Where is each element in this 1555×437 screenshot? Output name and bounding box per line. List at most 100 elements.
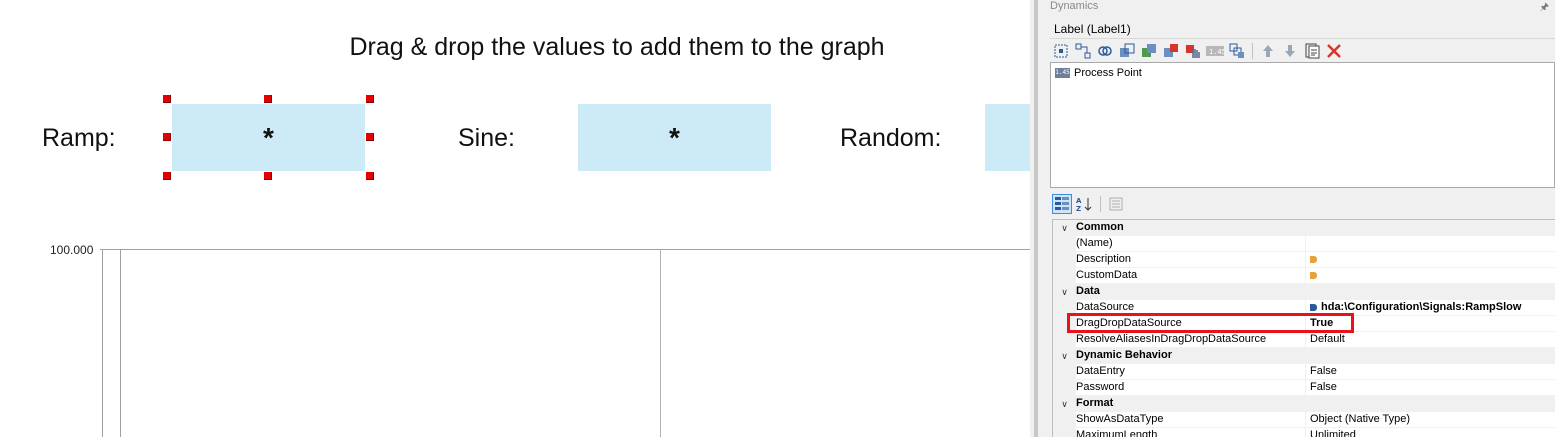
- dynamics-panel: Dynamics 🖈 Label (Label1) 1.45 1.45 Proc…: [1044, 0, 1555, 437]
- property-value[interactable]: Default: [1306, 332, 1555, 348]
- y-axis-tick-label: 100.000: [50, 243, 94, 257]
- category-common[interactable]: ∨ Common: [1053, 220, 1555, 236]
- panel-splitter[interactable]: [1030, 0, 1044, 437]
- property-value[interactable]: True: [1306, 316, 1555, 332]
- move-down-icon[interactable]: [1281, 42, 1299, 60]
- binding-marker-icon: [1310, 255, 1317, 263]
- remove-dynamic-icon[interactable]: [1162, 42, 1180, 60]
- y-axis-tick: [100, 249, 120, 250]
- list-item-label: Process Point: [1074, 67, 1142, 79]
- dynamics-list[interactable]: 1.45 Process Point: [1050, 62, 1555, 188]
- property-row-customdata[interactable]: CustomData: [1053, 268, 1555, 284]
- property-name: Description: [1076, 252, 1306, 268]
- chevron-down-icon[interactable]: ∨: [1053, 348, 1076, 364]
- connect-icon[interactable]: [1074, 42, 1092, 60]
- object-title: Label (Label1): [1054, 22, 1131, 36]
- property-value-text: hda:\Configuration\Signals:RampSlow: [1321, 301, 1522, 313]
- selection-handle-bottom[interactable]: [264, 172, 272, 180]
- category-format[interactable]: ∨ Format: [1053, 396, 1555, 412]
- property-value[interactable]: hda:\Configuration\Signals:RampSlow: [1306, 300, 1555, 316]
- list-item-process-point[interactable]: 1.45 Process Point: [1055, 67, 1142, 79]
- property-name: (Name): [1076, 236, 1306, 252]
- row-gutter: [1053, 412, 1076, 428]
- property-row-password[interactable]: Password False: [1053, 380, 1555, 396]
- alphabetical-icon[interactable]: AZ: [1075, 194, 1095, 214]
- binding-marker-icon: [1310, 271, 1317, 279]
- copy-dynamic-icon[interactable]: [1118, 42, 1136, 60]
- property-value[interactable]: [1306, 268, 1555, 284]
- property-name: ResolveAliasesInDragDropDataSource: [1076, 332, 1306, 348]
- property-toolbar-separator: [1100, 196, 1101, 212]
- delete-icon[interactable]: [1325, 42, 1343, 60]
- group-icon[interactable]: [1228, 42, 1246, 60]
- property-row-showasdatatype[interactable]: ShowAsDataType Object (Native Type): [1053, 412, 1555, 428]
- property-row-dataentry[interactable]: DataEntry False: [1053, 364, 1555, 380]
- svg-text:Z: Z: [1076, 205, 1081, 212]
- property-pages-icon[interactable]: [1106, 194, 1126, 214]
- sine-value-box[interactable]: *: [578, 104, 771, 171]
- process-point-icon: 1.45: [1055, 68, 1070, 78]
- paste-dynamic-icon[interactable]: [1140, 42, 1158, 60]
- property-name: Password: [1076, 380, 1306, 396]
- title-divider: [1050, 38, 1555, 39]
- chevron-down-icon[interactable]: ∨: [1053, 284, 1076, 300]
- property-name: MaximumLength: [1076, 428, 1306, 437]
- category-dynamic-behavior[interactable]: ∨ Dynamic Behavior: [1053, 348, 1555, 364]
- row-gutter: [1053, 364, 1076, 380]
- property-grid: ∨ Common (Name) Description CustomData ∨…: [1052, 219, 1555, 437]
- selection-handle-top-right[interactable]: [366, 95, 374, 103]
- property-row-name[interactable]: (Name): [1053, 236, 1555, 252]
- link-icon[interactable]: [1096, 42, 1114, 60]
- selection-handle-left[interactable]: [163, 133, 171, 141]
- category-label: Format: [1076, 396, 1306, 412]
- move-up-icon[interactable]: [1259, 42, 1277, 60]
- panel-header-title: Dynamics: [1050, 0, 1099, 12]
- chart-plot-area[interactable]: [120, 249, 1030, 437]
- property-value[interactable]: Object (Native Type): [1306, 412, 1555, 428]
- selection-handle-bottom-left[interactable]: [163, 172, 171, 180]
- select-all-icon[interactable]: [1052, 42, 1070, 60]
- chart-gridline: [660, 249, 661, 437]
- property-value[interactable]: [1306, 252, 1555, 268]
- selection-handle-right[interactable]: [366, 133, 374, 141]
- property-row-dragdropdatasource[interactable]: DragDropDataSource True: [1053, 316, 1555, 332]
- row-gutter: [1053, 268, 1076, 284]
- dynamics-toolbar: 1.45: [1052, 41, 1343, 61]
- chevron-down-icon[interactable]: ∨: [1053, 220, 1076, 236]
- random-value-box[interactable]: [985, 104, 1030, 171]
- selection-handle-top-left[interactable]: [163, 95, 171, 103]
- row-gutter: [1053, 252, 1076, 268]
- random-label: Random:: [840, 124, 942, 152]
- category-label: Data: [1076, 284, 1306, 300]
- ramp-value-box[interactable]: *: [172, 104, 365, 171]
- property-view-toolbar: AZ: [1052, 194, 1126, 214]
- property-value[interactable]: False: [1306, 380, 1555, 396]
- ramp-label: Ramp:: [42, 124, 116, 152]
- property-value[interactable]: [1306, 236, 1555, 252]
- toolbar-separator: [1252, 43, 1253, 59]
- sine-label: Sine:: [458, 124, 515, 152]
- canvas: Drag & drop the values to add them to th…: [0, 0, 1030, 437]
- properties-icon[interactable]: [1303, 42, 1321, 60]
- row-gutter: [1053, 380, 1076, 396]
- property-name: CustomData: [1076, 268, 1306, 284]
- property-row-maximumlength[interactable]: MaximumLength Unlimited: [1053, 428, 1555, 437]
- selection-handle-bottom-right[interactable]: [366, 172, 374, 180]
- text-box-icon[interactable]: 1.45: [1206, 42, 1224, 60]
- property-value[interactable]: Unlimited: [1306, 428, 1555, 437]
- hand-icon[interactable]: [1184, 42, 1202, 60]
- selection-handle-top[interactable]: [264, 95, 272, 103]
- property-row-datasource[interactable]: DataSource hda:\Configuration\Signals:Ra…: [1053, 300, 1555, 316]
- binding-marker-icon: [1310, 303, 1317, 311]
- category-label: Common: [1076, 220, 1306, 236]
- svg-text:A: A: [1076, 197, 1082, 205]
- property-row-resolvealiases[interactable]: ResolveAliasesInDragDropDataSource Defau…: [1053, 332, 1555, 348]
- property-value[interactable]: False: [1306, 364, 1555, 380]
- row-gutter: [1053, 300, 1076, 316]
- svg-text:1.45: 1.45: [1209, 48, 1224, 56]
- category-data[interactable]: ∨ Data: [1053, 284, 1555, 300]
- pin-icon[interactable]: 🖈: [1540, 0, 1549, 17]
- chevron-down-icon[interactable]: ∨: [1053, 396, 1076, 412]
- property-row-description[interactable]: Description: [1053, 252, 1555, 268]
- categorized-icon[interactable]: [1052, 194, 1072, 214]
